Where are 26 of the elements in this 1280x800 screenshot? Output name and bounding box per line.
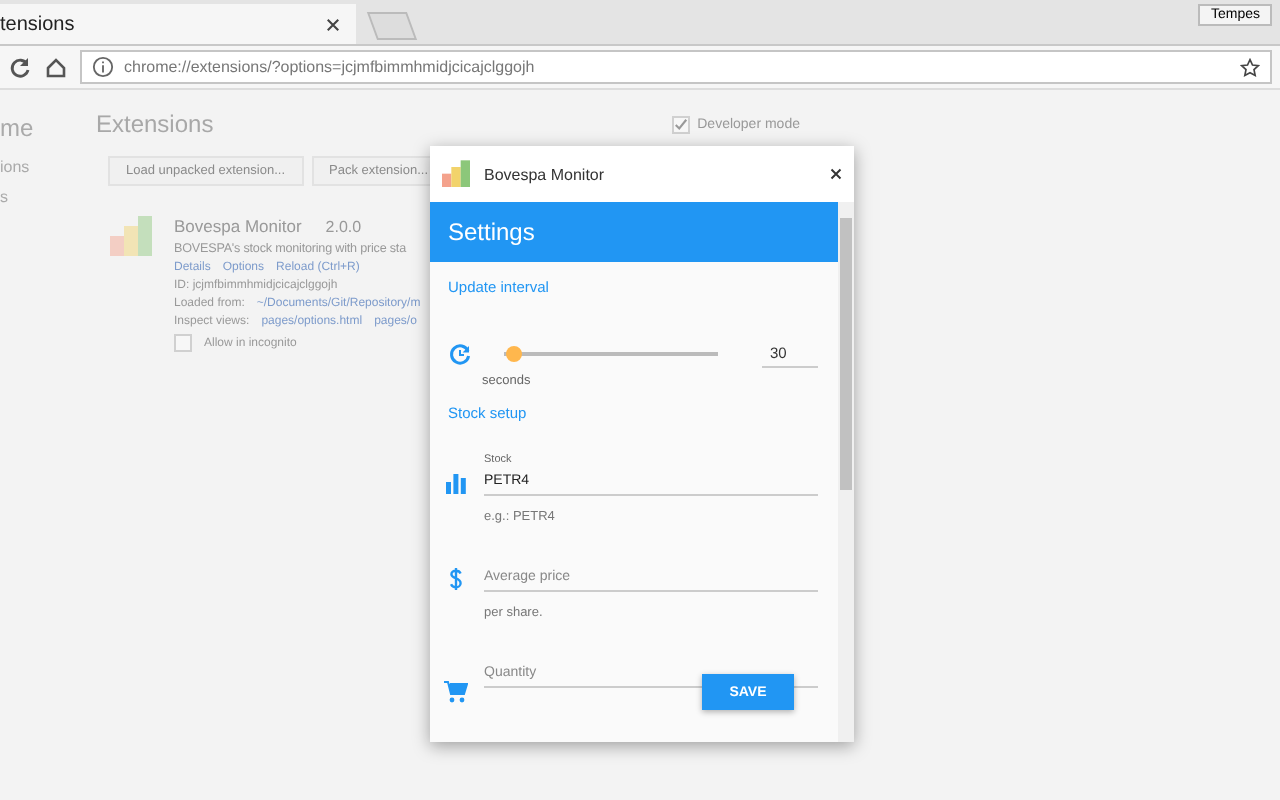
developer-mode-checkbox[interactable] xyxy=(671,115,690,133)
bar-chart-logo-icon xyxy=(442,159,474,189)
dialog-title: Bovespa Monitor xyxy=(484,165,605,183)
incognito-checkbox[interactable] xyxy=(174,334,192,352)
cart-icon xyxy=(444,680,468,704)
settings-header: Settings xyxy=(430,202,838,262)
star-icon[interactable] xyxy=(1240,57,1260,77)
sidebar-item[interactable]: ions xyxy=(0,158,80,176)
scrollbar[interactable] xyxy=(838,202,854,742)
address-bar[interactable]: chrome://extensions/?options=jcjmfbimmhmidjcicajclggojh xyxy=(80,50,1272,84)
extension-version: 2.0.0 xyxy=(325,217,362,235)
dollar-icon xyxy=(444,568,468,590)
browser-tab[interactable]: tensions xyxy=(0,4,356,44)
page-title: Extensions xyxy=(96,110,214,138)
reload-icon[interactable] xyxy=(8,55,32,79)
info-icon xyxy=(92,56,114,78)
bar-chart-icon xyxy=(444,474,468,494)
sidebar-title: me xyxy=(0,114,36,142)
extension-name: Bovespa Monitor xyxy=(174,216,302,236)
home-icon[interactable] xyxy=(44,55,68,79)
bar-chart-logo-icon xyxy=(110,216,158,260)
timer-icon xyxy=(448,342,472,366)
slider-thumb[interactable] xyxy=(506,345,523,361)
sidebar-item[interactable]: s xyxy=(0,188,80,206)
close-icon[interactable] xyxy=(830,168,842,180)
close-icon[interactable] xyxy=(326,17,340,31)
